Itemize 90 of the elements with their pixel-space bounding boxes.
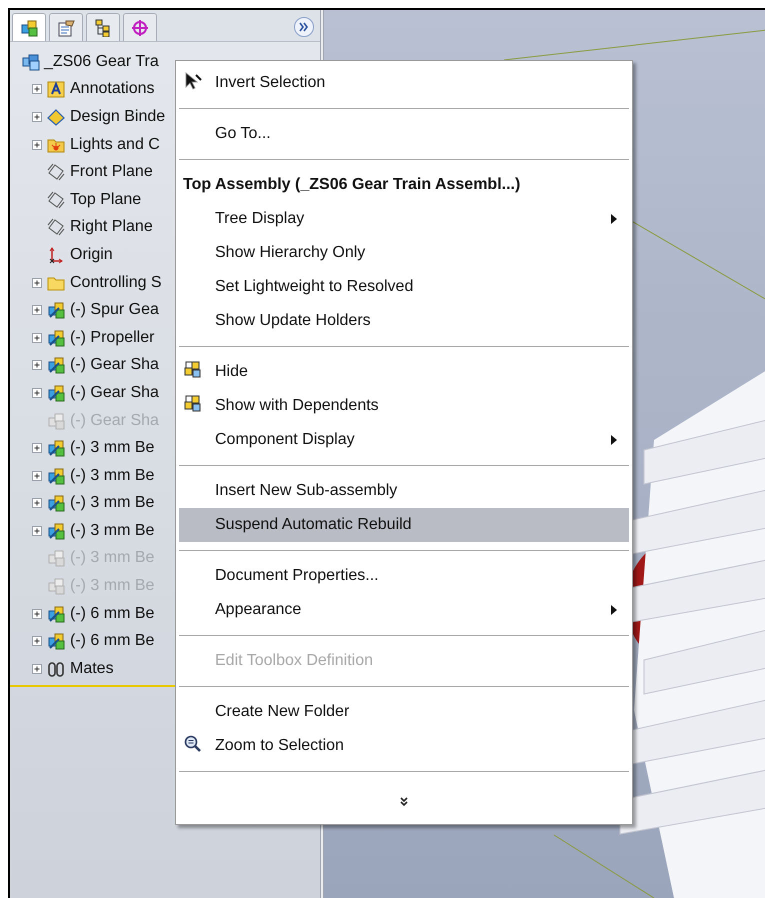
- tree-item[interactable]: Lights and C: [70, 132, 160, 157]
- expand-icon[interactable]: [32, 526, 42, 536]
- expand-icon[interactable]: [32, 332, 42, 343]
- menu-item[interactable]: Appearance: [179, 593, 629, 627]
- tree-item[interactable]: (-) Propeller: [70, 326, 154, 350]
- components-icon: [47, 549, 65, 568]
- components-icon: [47, 384, 65, 402]
- tree-item[interactable]: _ZS06 Gear Tra: [44, 50, 159, 74]
- tree-item[interactable]: Controlling S: [70, 270, 162, 295]
- tree-item[interactable]: Right Plane: [70, 215, 153, 240]
- expand-icon[interactable]: [32, 305, 42, 316]
- menu-item[interactable]: Hide: [179, 355, 629, 389]
- menu-item[interactable]: Tree Display: [179, 202, 629, 236]
- double-chevron-icon: [299, 22, 309, 32]
- components-icon: [47, 301, 65, 320]
- annotation-icon: [47, 80, 65, 98]
- expand-icon[interactable]: [32, 388, 42, 398]
- components-icon: [47, 494, 65, 512]
- expand-icon[interactable]: [32, 664, 42, 674]
- components-icon: [47, 604, 65, 623]
- plane-icon: [47, 218, 65, 236]
- plane-icon: [47, 190, 65, 209]
- tree-item[interactable]: Front Plane: [70, 160, 153, 184]
- menu-item[interactable]: Show Hierarchy Only: [179, 236, 629, 270]
- menu-item[interactable]: Insert New Sub-assembly: [179, 474, 629, 508]
- components-icon: [184, 395, 202, 413]
- property-sheet-icon: [57, 18, 75, 36]
- tree-item[interactable]: (-) 3 mm Be: [70, 518, 154, 543]
- expand-icon[interactable]: [32, 360, 42, 370]
- menu-item[interactable]: Show with Dependents: [179, 389, 629, 423]
- expand-icon[interactable]: [32, 278, 42, 288]
- components-icon: [47, 577, 65, 596]
- crosshair-icon: [131, 18, 149, 36]
- submenu-arrow-icon: [611, 435, 617, 445]
- tree-item[interactable]: (-) 3 mm Be: [70, 464, 154, 488]
- components-icon: [184, 361, 202, 379]
- components-icon: [47, 632, 65, 650]
- tree-item[interactable]: (-) Spur Gea: [70, 298, 159, 322]
- menu-item[interactable]: Suspend Automatic Rebuild: [179, 508, 629, 542]
- tree-item[interactable]: (-) Gear Sha: [70, 380, 159, 405]
- tree-item[interactable]: (-) 6 mm Be: [70, 629, 154, 654]
- double-chevron-down-icon: [400, 797, 408, 807]
- expand-icon[interactable]: [32, 470, 42, 481]
- panel-tab[interactable]: [12, 13, 46, 41]
- tree-item[interactable]: Origin: [70, 242, 113, 267]
- origin-icon: [47, 246, 65, 264]
- components-icon: [47, 328, 65, 347]
- menu-section-title: Top Assembly (_ZS06 Gear Train Assembl...): [183, 175, 520, 195]
- menu-item[interactable]: Set Lightweight to Resolved: [179, 270, 629, 304]
- tree-item[interactable]: Mates: [70, 656, 114, 681]
- tree-item[interactable]: (-) 3 mm Be: [70, 491, 154, 516]
- components-icon: [47, 522, 65, 540]
- expand-icon[interactable]: [32, 608, 42, 619]
- expand-icon[interactable]: [32, 443, 42, 454]
- components-icon: [47, 466, 65, 485]
- components-icon: [47, 439, 65, 458]
- menu-item[interactable]: Document Properties...: [179, 559, 629, 593]
- expand-icon[interactable]: [32, 636, 42, 646]
- expand-icon[interactable]: [32, 498, 42, 508]
- menu-item[interactable]: Show Update Holders: [179, 304, 629, 338]
- diamond-icon: [47, 108, 65, 126]
- assembly-icon: [20, 18, 38, 36]
- tree-item[interactable]: Annotations: [70, 77, 155, 102]
- configuration-icon: [94, 18, 112, 36]
- paperclip-icon: [47, 660, 65, 678]
- expand-icon[interactable]: [32, 140, 42, 150]
- submenu-arrow-icon: [611, 214, 617, 224]
- menu-item[interactable]: Invert Selection: [179, 66, 629, 100]
- menu-item[interactable]: Create New Folder: [179, 695, 629, 729]
- tree-item[interactable]: (-) 3 mm Be: [70, 436, 154, 460]
- assembly-icon: [22, 52, 40, 71]
- menu-item[interactable]: Go To...: [179, 117, 629, 151]
- panel-tab[interactable]: [86, 13, 120, 41]
- tree-item[interactable]: (-) 6 mm Be: [70, 602, 154, 626]
- menu-item[interactable]: Zoom to Selection: [179, 729, 629, 763]
- zoom-icon: [184, 735, 202, 753]
- cursor-icon: [184, 72, 202, 90]
- submenu-arrow-icon: [611, 605, 617, 615]
- panel-tab[interactable]: [49, 13, 83, 41]
- components-icon: [47, 412, 65, 430]
- plane-icon: [47, 163, 65, 182]
- tree-item[interactable]: Top Plane: [70, 188, 142, 212]
- expand-icon[interactable]: [32, 84, 42, 94]
- components-icon: [47, 356, 65, 374]
- tree-item[interactable]: (-) Gear Sha: [70, 353, 159, 378]
- menu-item[interactable]: Component Display: [179, 423, 629, 457]
- tree-item[interactable]: Design Binde: [70, 104, 166, 129]
- menu-item: Edit Toolbox Definition: [214, 651, 374, 671]
- expand-icon[interactable]: [32, 112, 42, 122]
- expand-button[interactable]: [294, 17, 314, 37]
